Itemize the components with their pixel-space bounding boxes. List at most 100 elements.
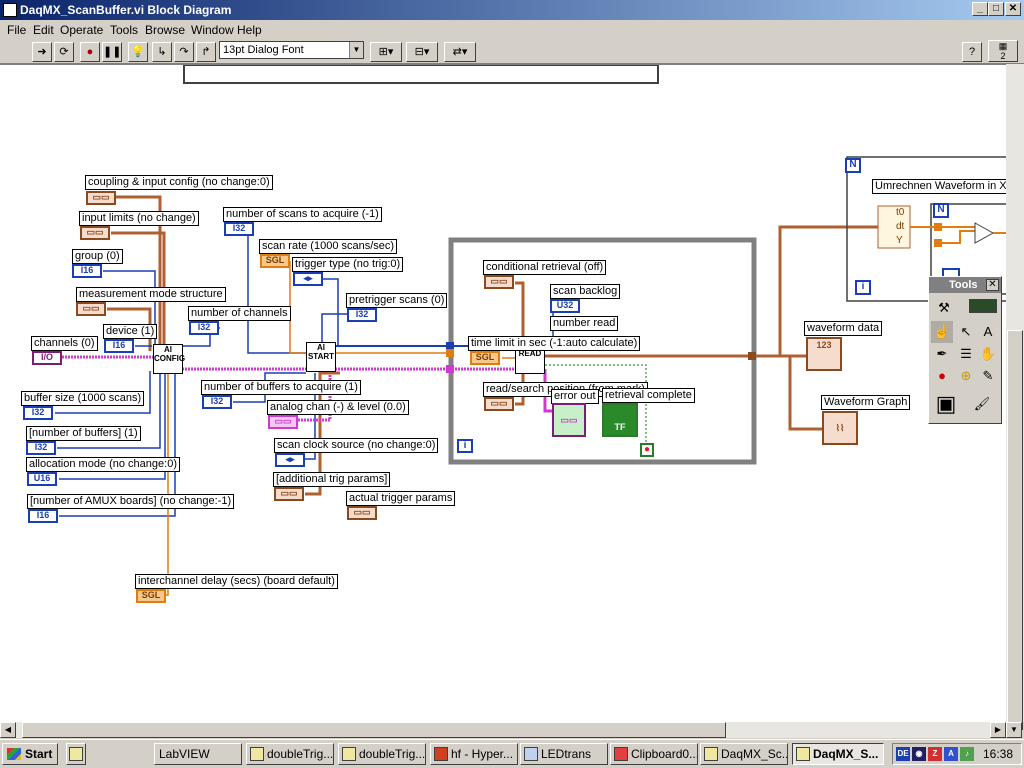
tray-volume-icon[interactable]: ♪ [960,747,974,761]
label-input-limits[interactable]: input limits (no change) [79,211,199,226]
menu-window[interactable]: Window [191,23,234,37]
shortcut-menu-tool-icon[interactable]: ☰ [955,343,977,365]
tray-app-icon[interactable]: ◉ [912,747,926,761]
label-number-read[interactable]: number read [550,316,619,331]
vertical-scrollbar[interactable] [1006,64,1024,730]
device-terminal[interactable]: I16 [104,339,134,353]
task-daqmx-1[interactable]: DaqMX_Sc... [700,743,788,765]
buffers-to-acquire-terminal[interactable]: I32 [202,395,232,409]
actual-trigger-indicator[interactable]: ▭▭ [347,506,377,520]
label-pretrigger-scans[interactable]: pretrigger scans (0) [346,293,448,308]
wiring-tool-icon[interactable]: ✒ [931,343,953,365]
clock[interactable]: 16:38 [983,747,1013,761]
measurement-mode-terminal[interactable]: ▭▭ [76,302,106,316]
scroll-down-icon[interactable]: ▼ [1006,722,1022,738]
menu-browse[interactable]: Browse [145,23,185,37]
waveform-graph-indicator[interactable]: ⌇⌇ [822,411,858,445]
scan-backlog-indicator[interactable]: U32 [550,299,580,313]
scroll-tool-icon[interactable]: ✋ [977,343,999,365]
amux-boards-terminal[interactable]: I16 [28,509,58,523]
close-button[interactable]: ✕ [1005,2,1021,16]
label-conditional-retrieval[interactable]: conditional retrieval (off) [483,260,607,275]
label-waveform-data[interactable]: waveform data [804,321,883,336]
menu-edit[interactable]: Edit [33,23,54,37]
label-coupling[interactable]: coupling & input config (no change:0) [85,175,273,190]
label-channels[interactable]: channels (0) [31,336,98,351]
error-out-indicator[interactable]: ▭▭ [552,403,586,437]
distribute-objects-icon[interactable]: ⊟▾ [406,42,438,62]
step-over-icon[interactable]: ↷ [174,42,194,62]
label-group[interactable]: group (0) [72,249,123,264]
number-of-channels-indicator[interactable]: I32 [189,321,219,335]
label-time-limit[interactable]: time limit in sec (-1:auto calculate) [468,336,641,351]
label-amux-boards[interactable]: [number of AMUX boards] (no change:-1) [27,494,235,509]
group-terminal[interactable]: I16 [72,264,102,278]
maximize-button[interactable]: □ [988,2,1004,16]
scan-clock-source-terminal[interactable]: ◂▸ [275,453,305,467]
label-number-of-buffers[interactable]: [number of buffers] (1) [26,426,141,441]
tray-network-icon[interactable]: A [944,747,958,761]
pretrigger-scans-terminal[interactable]: I32 [347,308,377,322]
analog-chan-terminal[interactable]: ▭▭ [268,415,298,429]
task-doubletrig-1[interactable]: doubleTrig... [246,743,334,765]
channels-terminal[interactable]: I/O [32,351,62,365]
label-scans-to-acquire[interactable]: number of scans to acquire (-1) [223,207,382,222]
align-objects-icon[interactable]: ⊞▾ [370,42,402,62]
label-scan-backlog[interactable]: scan backlog [550,284,621,299]
horizontal-scrollbar-thumb[interactable] [22,722,726,738]
label-measurement-mode[interactable]: measurement mode structure [76,287,226,302]
language-indicator-icon[interactable]: DE [896,747,910,761]
label-tool-icon[interactable]: A [977,321,999,343]
task-daqmx-2[interactable]: DaqMX_S... [792,743,884,765]
label-additional-trig[interactable]: [additional trig params] [273,472,391,487]
task-doubletrig-2[interactable]: doubleTrig... [338,743,426,765]
auto-tool-icon[interactable]: ⚒ [933,297,955,319]
highlight-execution-icon[interactable]: 💡 [128,42,148,62]
step-into-icon[interactable]: ↳ [152,42,172,62]
label-interchannel-delay[interactable]: interchannel delay (secs) (board default… [135,574,338,589]
label-number-of-channels[interactable]: number of channels [188,306,291,321]
trigger-type-terminal[interactable]: ◂▸ [293,272,323,286]
label-retrieval-complete[interactable]: retrieval complete [602,388,695,403]
font-selector[interactable]: 13pt Dialog Font ▼ [219,41,364,59]
label-analog-chan[interactable]: analog chan (-) & level (0.0) [267,400,409,415]
scans-to-acquire-terminal[interactable]: I32 [224,222,254,236]
buffer-size-terminal[interactable]: I32 [23,406,53,420]
breakpoint-tool-icon[interactable]: ● [931,365,953,387]
label-actual-trigger[interactable]: actual trigger params [346,491,456,506]
tools-palette[interactable]: Tools ✕ ⚒ ☝ ↖ A ✒ ☰ ✋ ● ⊕ ✎ ▣ 🖌 [928,276,1002,424]
block-diagram-canvas[interactable]: coupling & input config (no change:0) ▭▭… [0,64,1006,722]
labview-app-icon[interactable] [3,3,17,17]
label-buffers-to-acquire[interactable]: number of buffers to acquire (1) [201,380,361,395]
scroll-left-icon[interactable]: ◀ [0,722,16,738]
task-hyperterminal[interactable]: hf - Hyper... [430,743,518,765]
label-scan-rate[interactable]: scan rate (1000 scans/sec) [259,239,398,254]
reorder-icon[interactable]: ⇄▾ [444,42,476,62]
label-buffer-size[interactable]: buffer size (1000 scans) [21,391,145,406]
task-ledtrans[interactable]: LEDtrans [520,743,608,765]
context-help-icon[interactable]: ? [962,42,982,62]
operate-tool-icon[interactable]: ☝ [931,321,953,343]
abort-icon[interactable]: ● [80,42,100,62]
color-copy-tool-icon[interactable]: ✎ [977,365,999,387]
time-limit-terminal[interactable]: SGL [470,351,500,365]
coloring-tool-icon[interactable]: 🖌 [971,393,993,415]
position-tool-icon[interactable]: ↖ [955,321,977,343]
coupling-terminal[interactable]: ▭▭ [86,191,116,205]
label-device[interactable]: device (1) [103,324,158,339]
retrieval-complete-indicator[interactable]: TF [602,403,638,437]
vertical-scrollbar-thumb[interactable] [1007,330,1023,730]
ai-read-vi[interactable]: READ [515,348,545,374]
number-of-buffers-terminal[interactable]: I32 [26,441,56,455]
ai-start-vi[interactable]: AI START [306,342,336,372]
pause-icon[interactable]: ❚❚ [102,42,122,62]
horizontal-scrollbar[interactable]: ◀ ▶ [0,722,1006,738]
coloring-tool-swatch-icon[interactable]: ▣ [931,389,961,419]
label-waveform-graph[interactable]: Waveform Graph [821,395,911,410]
label-allocation-mode[interactable]: allocation mode (no change:0) [26,457,180,472]
vi-icon-connector[interactable]: ▦ 2 [988,40,1018,62]
label-trigger-type[interactable]: trigger type (no trig:0) [292,257,404,272]
menu-tools[interactable]: Tools [110,23,138,37]
input-limits-terminal[interactable]: ▭▭ [80,226,110,240]
start-button[interactable]: Start [2,743,58,765]
